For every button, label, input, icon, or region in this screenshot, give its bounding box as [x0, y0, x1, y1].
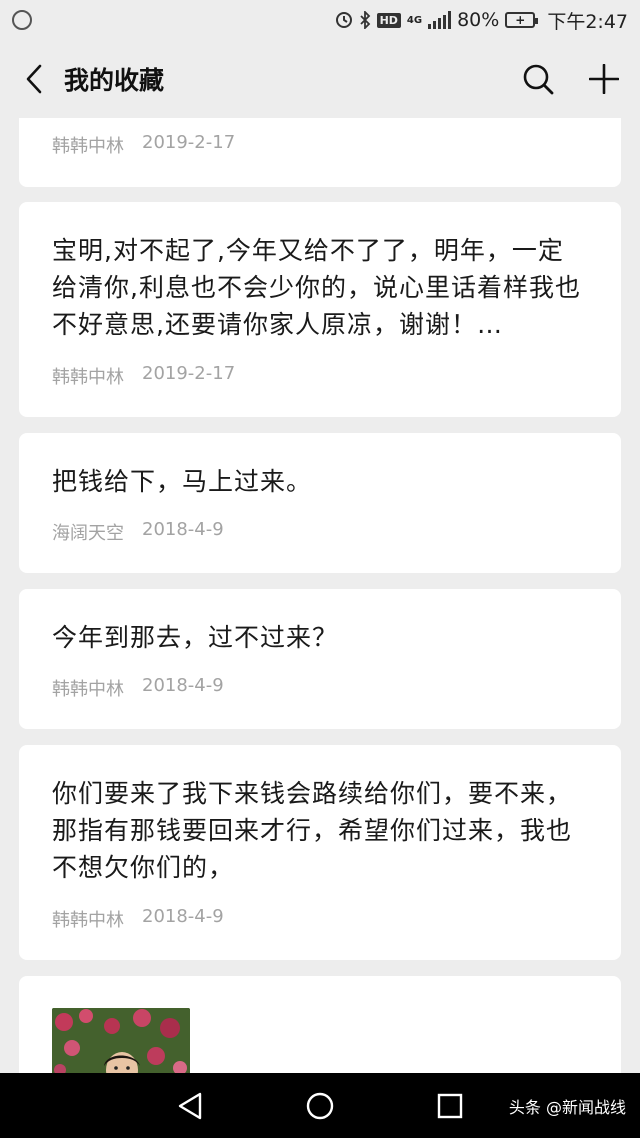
card-meta: 韩韩中林 2019-2-17: [52, 363, 235, 389]
add-button[interactable]: [584, 59, 624, 99]
favorite-card[interactable]: 韩韩中林 2019-2-17: [19, 118, 621, 187]
hd-badge: HD: [376, 12, 401, 28]
system-recents-button[interactable]: [420, 1073, 480, 1138]
clock-time: 下午2:47: [547, 10, 628, 33]
favorites-list: 韩韩中林 2019-2-17 宝明,对不起了,今年又给不了了，明年，一定给清你,…: [0, 118, 640, 1073]
triangle-back-icon: [178, 1092, 202, 1119]
system-home-button[interactable]: [290, 1073, 350, 1138]
card-text: 宝明,对不起了,今年又给不了了，明年，一定给清你,利息也不会少你的，说心里话着样…: [52, 236, 581, 339]
favorite-card-image[interactable]: [19, 976, 621, 1073]
card-meta: 韩韩中林 2018-4-9: [52, 675, 224, 701]
favorite-card[interactable]: 把钱给下，马上过来。 海阔天空 2018-4-9: [19, 433, 621, 573]
page-title: 我的收藏: [64, 66, 165, 95]
battery-icon: +: [505, 12, 539, 28]
signal-icon: [428, 11, 452, 29]
favorite-card[interactable]: 宝明,对不起了,今年又给不了了，明年，一定给清你,利息也不会少你的，说心里话着样…: [19, 202, 621, 417]
card-date: 2018-4-9: [142, 906, 224, 927]
card-date: 2018-4-9: [142, 519, 224, 540]
card-date: 2019-2-17: [142, 132, 236, 153]
card-meta: 海阔天空 2018-4-9: [52, 519, 224, 545]
system-back-button[interactable]: [160, 1073, 220, 1138]
card-author: 海阔天空: [52, 523, 124, 544]
card-author: 韩韩中林: [52, 910, 124, 931]
card-author: 韩韩中林: [52, 367, 124, 388]
nav-bar: 我的收藏: [0, 40, 640, 118]
photo-thumbnail: [52, 1008, 190, 1073]
chevron-left-icon: [26, 64, 42, 94]
battery-percent: 80%: [457, 9, 500, 31]
card-text: 今年到那去，过不过来？: [52, 623, 339, 652]
card-author: 韩韩中林: [52, 679, 124, 700]
favorite-card[interactable]: 今年到那去，过不过来？ 韩韩中林 2018-4-9: [19, 589, 621, 729]
back-button[interactable]: [16, 57, 52, 101]
card-author: 韩韩中林: [52, 136, 124, 157]
card-date: 2019-2-17: [142, 363, 236, 384]
bluetooth-icon: [359, 11, 371, 29]
square-recents-icon: [437, 1093, 463, 1118]
card-date: 2018-4-9: [142, 675, 224, 696]
card-meta: 韩韩中林 2018-4-9: [52, 906, 224, 932]
network-type-label: 4G: [406, 14, 423, 26]
card-meta: 韩韩中林 2019-2-17: [52, 132, 235, 158]
watermark-text: 头条 @新闻战线: [508, 1098, 626, 1117]
circle-home-icon: [306, 1092, 334, 1119]
search-button[interactable]: [518, 59, 558, 99]
card-text: 你们要来了我下来钱会路续给你们，要不来，那指有那钱要回来才行，希望你们过来，我也…: [52, 779, 573, 882]
search-icon: [523, 64, 554, 95]
status-bar: HD 4G 80% + 下午2:47: [0, 0, 640, 40]
alarm-icon: [335, 11, 353, 29]
plus-icon: [589, 64, 619, 94]
card-text: 把钱给下，马上过来。: [52, 467, 313, 496]
system-nav-bar: 头条 @新闻战线: [0, 1073, 640, 1138]
favorite-card[interactable]: 你们要来了我下来钱会路续给你们，要不来，那指有那钱要回来才行，希望你们过来，我也…: [19, 745, 621, 960]
loading-ring-icon: [12, 10, 32, 30]
